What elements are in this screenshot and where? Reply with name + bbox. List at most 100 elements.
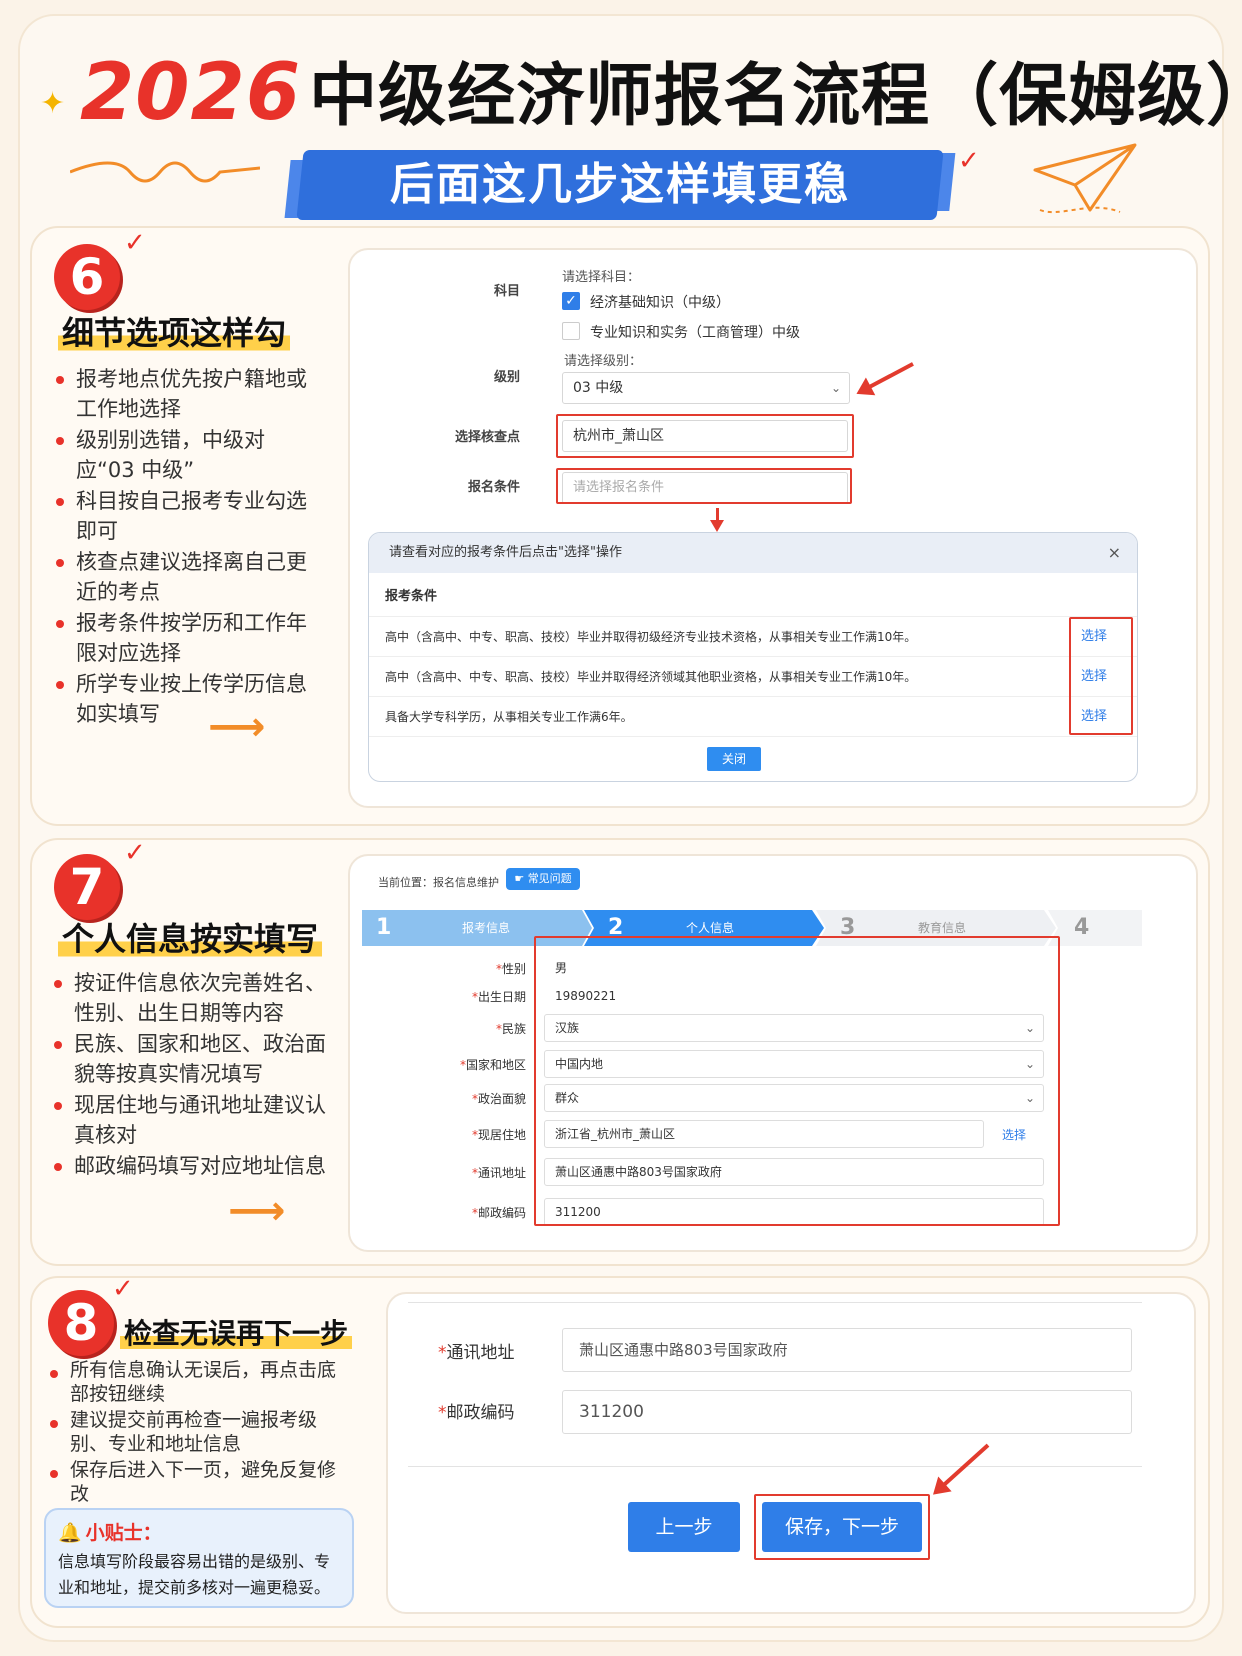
title-year: 2026: [80, 48, 302, 138]
prev-step-button[interactable]: 上一步: [628, 1502, 740, 1552]
section-8-title: 检查无误再下一步: [120, 1312, 353, 1352]
bullet: 保存后进入下一页，避免反复修改: [48, 1458, 348, 1506]
badge-spark-icon: ✓: [124, 228, 146, 258]
bullet: 邮政编码填写对应地址信息: [52, 1151, 332, 1181]
condition-row: 高中（含高中、中专、职高、技校）毕业并取得经济领域其他职业资格，从事相关专业工作…: [369, 657, 1137, 697]
bullet: 报考条件按学历和工作年限对应选择: [54, 608, 314, 668]
banner-text: 后面这几步这样填更稳: [390, 159, 850, 210]
level-select[interactable]: 03 中级 ⌄: [562, 372, 850, 404]
arrow-right-icon: ⟶: [208, 704, 266, 750]
address-label: *通讯地址: [438, 1343, 515, 1363]
highlight-box: [556, 468, 852, 504]
field-label: *国家和地区: [459, 1058, 526, 1072]
faq-button[interactable]: ☛ 常见问题: [506, 868, 580, 890]
emphasis-tick-icon: ✓: [958, 146, 980, 176]
section-step-7: 7 ✓ 个人信息按实填写 按证件信息依次完善姓名、性别、出生日期等内容 民族、国…: [30, 838, 1210, 1266]
highlight-box: [534, 936, 1060, 1226]
bullet: 科目按自己报考专业勾选即可: [54, 486, 314, 546]
divider: [408, 1302, 1142, 1303]
badge-spark-icon: ✓: [112, 1274, 134, 1304]
screenshot-panel-8: *通讯地址 萧山区通惠中路803号国家政府 *邮政编码 311200 上一步 保…: [386, 1292, 1196, 1614]
tip-text: 信息填写阶段最容易出错的是级别、专业和地址，提交前多核对一遍更稳妥。: [58, 1552, 331, 1597]
step-number: 1: [376, 915, 392, 940]
breadcrumb: 当前位置：报名信息维护: [378, 876, 499, 889]
bullet: 现居住地与通讯地址建议认真核对: [52, 1090, 332, 1150]
field-label: *出生日期: [471, 990, 526, 1004]
field-label: *邮政编码: [471, 1206, 526, 1220]
screenshot-panel-6: 请选择科目： 科目 ✓ 经济基础知识（中级） 专业知识和实务（工商管理）中级 请…: [348, 248, 1198, 808]
field-label: *性别: [495, 962, 526, 976]
screenshot-panel-7: 当前位置：报名信息维护 ☛ 常见问题 1 报考信息 2 个人信息 3 教育信息 …: [348, 854, 1198, 1252]
hand-pointer-icon: ☛: [514, 872, 525, 885]
bullet: 核查点建议选择离自己更近的考点: [54, 547, 314, 607]
field-label: *通讯地址: [471, 1166, 526, 1180]
subject-hint: 请选择科目：: [562, 270, 641, 285]
close-icon[interactable]: ×: [1108, 533, 1121, 573]
condition-text: 高中（含高中、中专、职高、技校）毕业并取得经济领域其他职业资格，从事相关专业工作…: [385, 670, 917, 684]
subject-checkbox-1[interactable]: ✓: [562, 292, 580, 310]
step-4[interactable]: 4: [1048, 910, 1142, 946]
level-hint: 请选择级别：: [564, 354, 643, 369]
condition-row: 高中（含高中、中专、职高、技校）毕业并取得初级经济专业技术资格，从事相关专业工作…: [369, 617, 1137, 657]
zipcode-label: *邮政编码: [438, 1403, 515, 1423]
level-label: 级别: [493, 370, 520, 385]
bullet: 报考地点优先按户籍地或工作地选择: [54, 364, 314, 424]
subject-checkbox-2[interactable]: [562, 322, 580, 340]
field-label: *民族: [495, 1022, 526, 1036]
highlight-box: [754, 1494, 930, 1560]
sparkle-icon: ✦: [40, 86, 66, 121]
section-7-title: 个人信息按实填写: [58, 914, 323, 960]
checkpoint-label: 选择核查点: [454, 430, 520, 445]
condition-dialog: 请查看对应的报考条件后点击"选择"操作 × 报考条件 高中（含高中、中专、职高、…: [368, 532, 1138, 782]
badge-spark-icon: ✓: [124, 838, 146, 868]
subject-option-1: 经济基础知识（中级）: [590, 295, 730, 311]
page-title: 2026 中级经济师报名流程（保姆级）: [80, 40, 1242, 140]
bullet: 级别别选错，中级对应“03 中级”: [54, 425, 314, 485]
tip-title: 🔔 小贴士：: [58, 1518, 340, 1545]
faq-label: 常见问题: [527, 872, 572, 885]
section-step-8: 8 ✓ 检查无误再下一步 所有信息确认无误后，再点击底部按钮继续 建议提交前再检…: [30, 1274, 1210, 1628]
highlight-box: [1069, 617, 1133, 735]
section-6-bullets: 报考地点优先按户籍地或工作地选择 级别别选错，中级对应“03 中级” 科目按自己…: [54, 364, 314, 730]
step-name: 报考信息: [462, 921, 511, 935]
section-8-bullets: 所有信息确认无误后，再点击底部按钮继续 建议提交前再检查一遍报考级别、专业和地址…: [48, 1358, 348, 1507]
step-8-badge: 8: [48, 1290, 114, 1356]
title-text: 中级经济师报名流程（保姆级）: [309, 57, 1242, 136]
field-label: *现居住地: [471, 1128, 526, 1142]
chevron-down-icon: ⌄: [830, 381, 841, 395]
bullet: 所学专业按上传学历信息如实填写: [54, 669, 314, 729]
bullet: 所有信息确认无误后，再点击底部按钮继续: [48, 1358, 348, 1406]
step-7-badge: 7: [54, 854, 120, 920]
dialog-subtitle: 报考条件: [369, 573, 1137, 617]
section-6-title: 细节选项这样勾: [58, 308, 291, 354]
tip-title-text: 小贴士：: [85, 1522, 162, 1544]
address-input[interactable]: 萧山区通惠中路803号国家政府: [562, 1328, 1132, 1372]
condition-text: 具备大学专科学历，从事相关专业工作满6年。: [385, 710, 633, 724]
red-arrow-down-icon: [710, 508, 724, 532]
tip-box: 🔔 小贴士： 信息填写阶段最容易出错的是级别、专业和地址，提交前多核对一遍更稳妥。: [44, 1508, 354, 1608]
condition-text: 高中（含高中、中专、职高、技校）毕业并取得初级经济专业技术资格，从事相关专业工作…: [385, 630, 917, 644]
arrow-right-icon: ⟶: [228, 1188, 286, 1234]
squiggle-decoration-icon: [70, 161, 260, 183]
subject-option-2: 专业知识和实务（工商管理）中级: [590, 325, 800, 341]
section-7-bullets: 按证件信息依次完善姓名、性别、出生日期等内容 民族、国家和地区、政治面貌等按真实…: [52, 968, 332, 1182]
divider: [408, 1466, 1142, 1467]
dialog-title: 请查看对应的报考条件后点击"选择"操作: [389, 545, 622, 560]
step-number: 4: [1074, 915, 1090, 940]
dialog-close-button[interactable]: 关闭: [707, 747, 761, 771]
field-label: *政治面貌: [471, 1092, 526, 1106]
paper-plane-icon: [1033, 143, 1137, 214]
highlight-box: [556, 414, 854, 458]
red-arrow-icon: [934, 1443, 990, 1494]
condition-label: 报名条件: [467, 480, 520, 495]
section-step-6: 6 ✓ 细节选项这样勾 报考地点优先按户籍地或工作地选择 级别别选错，中级对应“…: [30, 226, 1210, 826]
step-6-badge: 6: [54, 244, 120, 310]
subject-label: 科目: [493, 284, 520, 299]
red-arrow-icon: [859, 362, 914, 394]
bullet: 按证件信息依次完善姓名、性别、出生日期等内容: [52, 968, 332, 1028]
zipcode-input[interactable]: 311200: [562, 1390, 1132, 1434]
bullet: 民族、国家和地区、政治面貌等按真实情况填写: [52, 1029, 332, 1089]
level-value: 03 中级: [573, 380, 624, 396]
bell-icon: 🔔: [58, 1522, 82, 1544]
bullet: 建议提交前再检查一遍报考级别、专业和地址信息: [48, 1408, 348, 1456]
